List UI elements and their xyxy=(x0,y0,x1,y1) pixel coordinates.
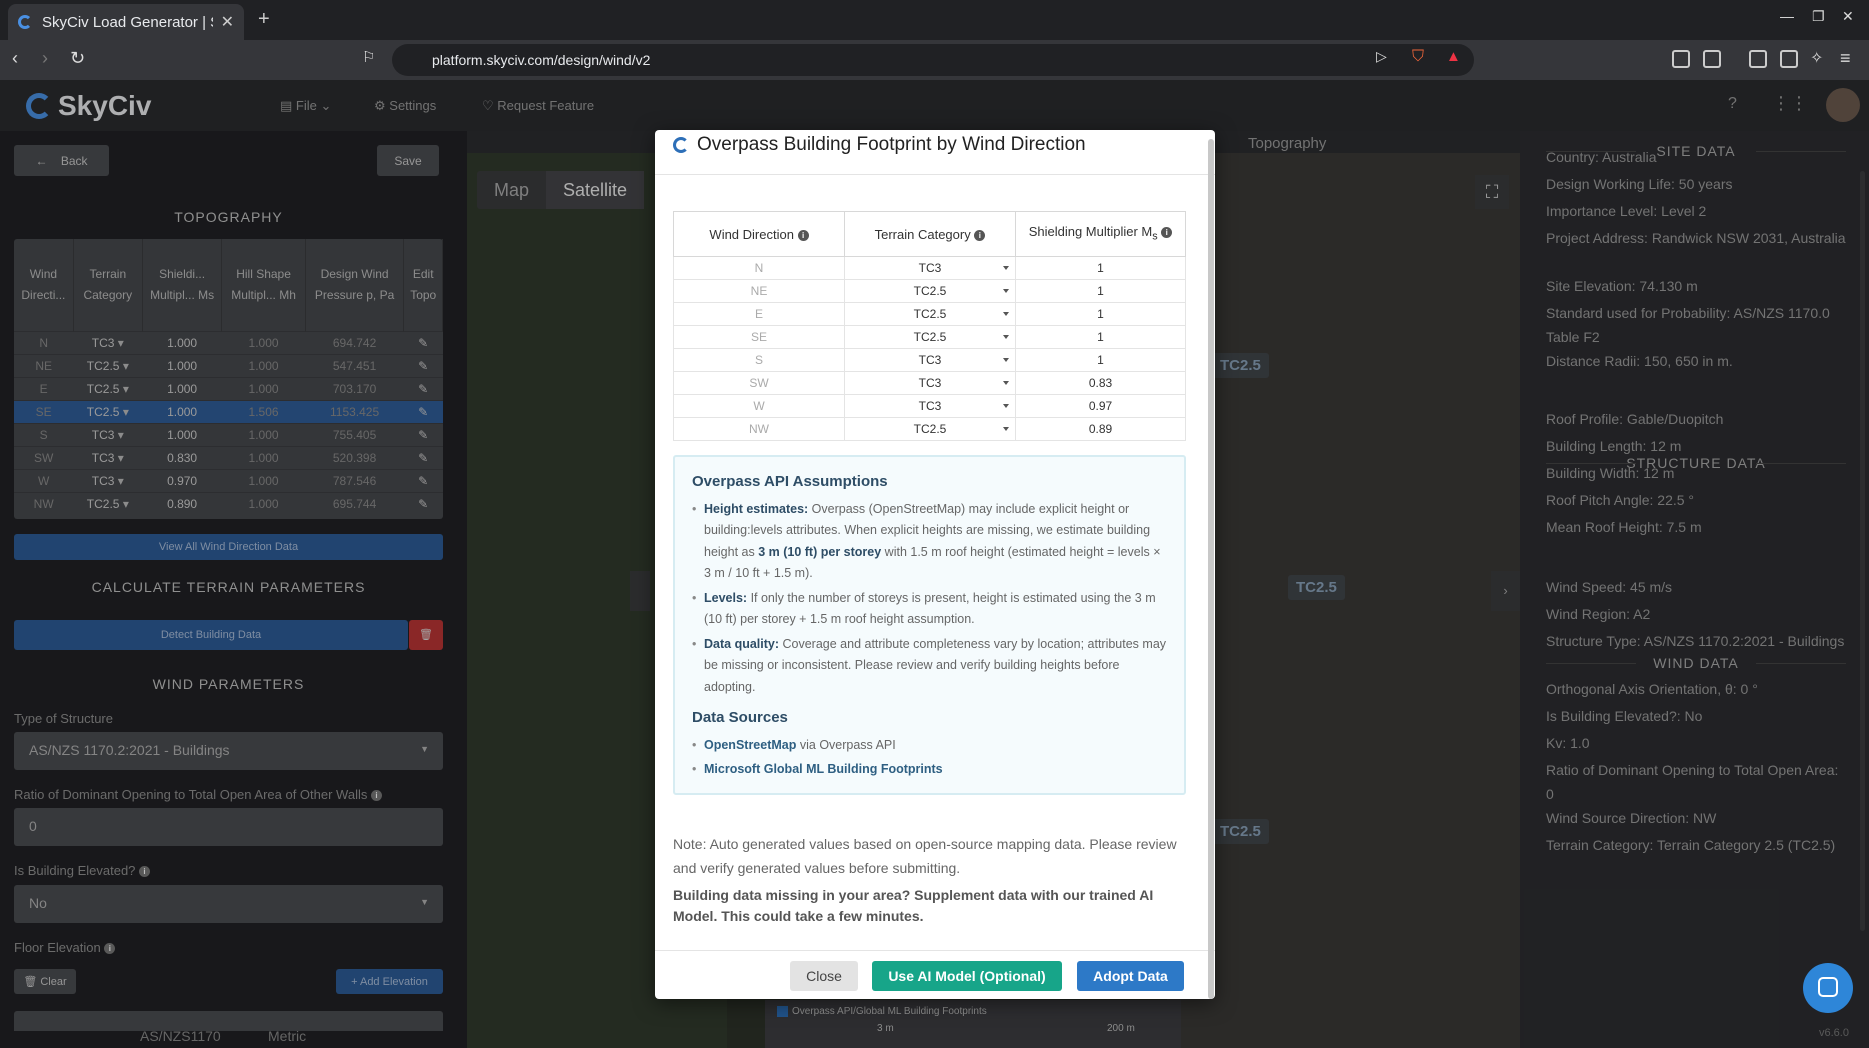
chat-support-button[interactable] xyxy=(1803,963,1853,1013)
terrain-category-select[interactable]: TC3 xyxy=(844,371,1016,395)
terrain-category-select[interactable]: TC3 xyxy=(844,394,1016,418)
chevron-down-icon xyxy=(1003,381,1009,385)
adopt-label: Adopt Data xyxy=(1093,968,1168,984)
table-row: SW TC3 0.83 xyxy=(673,371,1186,395)
col-terrain-category: Terrain Category i xyxy=(844,211,1016,257)
list-item: Microsoft Global ML Building Footprints xyxy=(692,759,1167,781)
modal-footer: Close Use AI Model (Optional) Adopt Data xyxy=(655,950,1215,999)
data-sources-title: Data Sources xyxy=(692,709,788,726)
terrain-category-select[interactable]: TC3 xyxy=(844,348,1016,372)
url-text: platform.skyciv.com/design/wind/v2 xyxy=(432,52,651,68)
cell-direction: NE xyxy=(673,279,845,303)
table-row: W TC3 0.97 xyxy=(673,394,1186,418)
cell-shielding[interactable]: 1 xyxy=(1015,325,1186,349)
adopt-data-button[interactable]: Adopt Data xyxy=(1077,961,1184,991)
col-wind-direction: Wind Direction i xyxy=(673,211,845,257)
close-window-icon[interactable]: ✕ xyxy=(1842,8,1854,25)
brave-shield-icon[interactable]: ⛉ xyxy=(1412,48,1424,66)
rewards-icon[interactable]: ▲ xyxy=(1446,48,1461,65)
info-icon: i xyxy=(1161,226,1173,238)
skyciv-favicon-icon xyxy=(18,15,32,29)
openstreetmap-link[interactable]: OpenStreetMap xyxy=(704,738,796,752)
terrain-category-select[interactable]: TC2.5 xyxy=(844,302,1016,326)
cell-shielding[interactable]: 1 xyxy=(1015,256,1186,280)
info-icon: i xyxy=(974,229,986,241)
reload-icon[interactable]: ↻ xyxy=(70,48,85,69)
leo-ai-icon[interactable]: ✧ xyxy=(1810,48,1823,68)
table-row: NW TC2.5 0.89 xyxy=(673,417,1186,441)
terrain-category-select[interactable]: TC2.5 xyxy=(844,417,1016,441)
browser-tab-bar: SkyCiv Load Generator | S ✕ + — ❐ ✕ xyxy=(0,0,1869,40)
close-tab-icon[interactable]: ✕ xyxy=(221,12,234,32)
auto-generated-note: Note: Auto generated values based on ope… xyxy=(673,836,1177,876)
cell-shielding[interactable]: 0.89 xyxy=(1015,417,1186,441)
share-icon[interactable]: ▷ xyxy=(1376,48,1387,65)
cell-shielding[interactable]: 0.97 xyxy=(1015,394,1186,418)
list-item: Data quality: Coverage and attribute com… xyxy=(692,634,1167,699)
cell-shielding[interactable]: 1 xyxy=(1015,279,1186,303)
ai-model-note: Building data missing in your area? Supp… xyxy=(673,887,1154,924)
divider xyxy=(655,174,1215,175)
browser-nav-bar: ‹ › ↻ ⚐ platform.skyciv.com/design/wind/… xyxy=(0,40,1869,80)
browser-tab[interactable]: SkyCiv Load Generator | S ✕ xyxy=(8,4,244,40)
modal-title: Overpass Building Footprint by Wind Dire… xyxy=(673,134,1086,156)
col-shielding-multiplier: Shielding Multiplier Ms i xyxy=(1015,211,1186,257)
terrain-category-select[interactable]: TC2.5 xyxy=(844,325,1016,349)
cell-direction: SE xyxy=(673,325,845,349)
ai-label: Use AI Model (Optional) xyxy=(888,968,1046,984)
terrain-category-select[interactable]: TC3 xyxy=(844,256,1016,280)
close-button[interactable]: Close xyxy=(790,961,858,991)
tab-title: SkyCiv Load Generator | S xyxy=(42,13,213,31)
cell-direction: SW xyxy=(673,371,845,395)
menu-icon[interactable]: ≡ xyxy=(1840,48,1851,69)
chevron-down-icon xyxy=(1003,358,1009,362)
terrain-category-select[interactable]: TC2.5 xyxy=(844,279,1016,303)
overpass-modal: Overpass Building Footprint by Wind Dire… xyxy=(655,130,1215,999)
list-item: OpenStreetMap via Overpass API xyxy=(692,735,1167,757)
skyciv-logo-icon xyxy=(673,137,689,153)
chat-icon xyxy=(1818,977,1838,997)
sidebar-toggle-icon[interactable] xyxy=(1749,50,1767,68)
chevron-down-icon xyxy=(1003,266,1009,270)
cell-shielding[interactable]: 1 xyxy=(1015,302,1186,326)
use-ai-model-button[interactable]: Use AI Model (Optional) xyxy=(872,961,1062,991)
table-row: SE TC2.5 1 xyxy=(673,325,1186,349)
table-row: E TC2.5 1 xyxy=(673,302,1186,326)
modal-title-text: Overpass Building Footprint by Wind Dire… xyxy=(697,134,1086,155)
wallet-icon[interactable] xyxy=(1780,50,1798,68)
back-nav-icon[interactable]: ‹ xyxy=(12,48,18,69)
assumptions-box: Overpass API Assumptions Height estimate… xyxy=(673,455,1186,795)
close-label: Close xyxy=(806,968,842,984)
assumptions-title: Overpass API Assumptions xyxy=(692,473,888,490)
cell-direction: N xyxy=(673,256,845,280)
cell-shielding[interactable]: 1 xyxy=(1015,348,1186,372)
microsoft-footprints-link[interactable]: Microsoft Global ML Building Footprints xyxy=(704,762,943,776)
list-item: Levels: If only the number of storeys is… xyxy=(692,588,1167,631)
chevron-down-icon xyxy=(1003,427,1009,431)
cell-direction: W xyxy=(673,394,845,418)
chevron-down-icon xyxy=(1003,404,1009,408)
cell-direction: E xyxy=(673,302,845,326)
list-item: Height estimates: Overpass (OpenStreetMa… xyxy=(692,499,1167,585)
bookmark-icon[interactable]: ⚐ xyxy=(362,48,375,66)
minimize-icon[interactable]: — xyxy=(1780,8,1794,24)
cell-direction: S xyxy=(673,348,845,372)
cell-direction: NW xyxy=(673,417,845,441)
address-bar[interactable]: platform.skyciv.com/design/wind/v2 xyxy=(392,44,1474,76)
wind-direction-table: Wind Direction i Terrain Category i Shie… xyxy=(673,211,1186,441)
maximize-icon[interactable]: ❐ xyxy=(1812,8,1825,25)
modal-scrollbar[interactable] xyxy=(1208,139,1214,999)
media-icon[interactable] xyxy=(1703,50,1721,68)
table-row: S TC3 1 xyxy=(673,348,1186,372)
table-row: NE TC2.5 1 xyxy=(673,279,1186,303)
chevron-down-icon xyxy=(1003,289,1009,293)
chevron-down-icon xyxy=(1003,312,1009,316)
chevron-down-icon xyxy=(1003,335,1009,339)
forward-nav-icon[interactable]: › xyxy=(42,48,48,69)
table-row: N TC3 1 xyxy=(673,256,1186,280)
extensions-icon[interactable] xyxy=(1672,50,1690,68)
info-icon: i xyxy=(797,229,809,241)
cell-shielding[interactable]: 0.83 xyxy=(1015,371,1186,395)
new-tab-icon[interactable]: + xyxy=(258,8,270,31)
